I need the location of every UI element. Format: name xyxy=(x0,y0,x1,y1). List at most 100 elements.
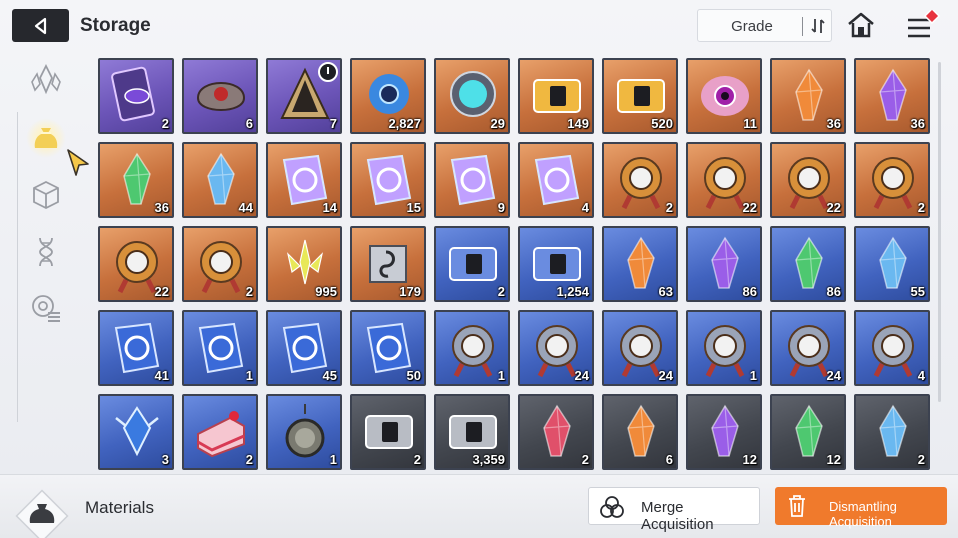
inventory-slot[interactable]: 2 xyxy=(182,226,258,302)
inventory-slot[interactable]: 1 xyxy=(434,310,510,386)
inventory-slot[interactable]: 15 xyxy=(350,142,426,218)
inventory-slot[interactable]: 995 xyxy=(266,226,342,302)
inventory-slot[interactable]: 2 xyxy=(98,58,174,134)
merge-circles-icon xyxy=(600,496,624,518)
inventory-slot[interactable]: 55 xyxy=(854,226,930,302)
inventory-slot[interactable]: 86 xyxy=(686,226,762,302)
inventory-slot[interactable]: 149 xyxy=(518,58,594,134)
core-shell-icon xyxy=(196,82,246,111)
dismantling-acquisition-button[interactable]: Dismantling Acquisition xyxy=(775,487,947,529)
inventory-slot[interactable]: 44 xyxy=(182,142,258,218)
item-quantity: 29 xyxy=(490,116,505,131)
inventory-slot[interactable]: 24 xyxy=(770,310,846,386)
item-quantity: 63 xyxy=(658,284,673,299)
inventory-slot[interactable]: 12 xyxy=(686,394,762,470)
item-quantity: 55 xyxy=(910,284,925,299)
inventory-slot[interactable]: 2 xyxy=(518,394,594,470)
blue-crystal-icon xyxy=(879,404,907,457)
item-quantity: 45 xyxy=(322,368,337,383)
inventory-slot[interactable]: 1 xyxy=(182,310,258,386)
category-materials[interactable] xyxy=(26,118,66,158)
item-quantity: 6 xyxy=(665,452,673,467)
top-bar: Storage Grade xyxy=(0,0,958,52)
inventory-slot[interactable]: 29 xyxy=(434,58,510,134)
category-target-list[interactable] xyxy=(26,288,66,328)
inventory-slot[interactable]: 14 xyxy=(266,142,342,218)
back-arrow-icon xyxy=(34,17,46,34)
inventory-slot[interactable]: 1,254 xyxy=(518,226,594,302)
inventory-slot[interactable]: 4 xyxy=(518,142,594,218)
inventory-slot[interactable]: 24 xyxy=(602,310,678,386)
inventory-slot[interactable]: 1 xyxy=(266,394,342,470)
inventory-scrollbar[interactable] xyxy=(938,62,941,402)
pouch-icon xyxy=(34,128,58,148)
inventory-slot[interactable]: 41 xyxy=(98,310,174,386)
inventory-slot[interactable]: 36 xyxy=(770,58,846,134)
inventory-slot[interactable]: 6 xyxy=(602,394,678,470)
frost-gem-icon xyxy=(115,406,159,457)
inventory-slot[interactable]: 45 xyxy=(266,310,342,386)
inventory-slot[interactable]: 86 xyxy=(770,226,846,302)
category-cube[interactable] xyxy=(26,175,66,215)
materials-label: Materials xyxy=(85,498,154,517)
inventory-slot[interactable]: 2 xyxy=(854,142,930,218)
category-dna[interactable] xyxy=(26,232,66,272)
item-quantity: 2 xyxy=(581,452,589,467)
item-quantity: 12 xyxy=(742,452,757,467)
inventory-slot[interactable]: 1 xyxy=(686,310,762,386)
inventory-slot[interactable]: 3 xyxy=(98,394,174,470)
timer-icon xyxy=(318,62,338,82)
silver-ticket-icon xyxy=(365,415,413,449)
grade-sort-button[interactable]: Grade xyxy=(697,9,832,42)
inventory-slot[interactable]: 6 xyxy=(182,58,258,134)
inventory-slot[interactable]: 2 xyxy=(350,394,426,470)
category-crystal[interactable] xyxy=(26,60,66,100)
page-title: Storage xyxy=(80,15,151,36)
item-quantity: 41 xyxy=(154,368,169,383)
item-quantity: 22 xyxy=(742,200,757,215)
inventory-slot[interactable]: 3,359 xyxy=(434,394,510,470)
inventory-slot[interactable]: 63 xyxy=(602,226,678,302)
inventory-slot[interactable]: 22 xyxy=(98,226,174,302)
inventory-slot[interactable]: 9 xyxy=(434,142,510,218)
item-quantity: 2,827 xyxy=(388,116,421,131)
trash-icon xyxy=(789,495,805,517)
inventory-slot[interactable]: 2 xyxy=(602,142,678,218)
merge-acquisition-label: Merge Acquisition xyxy=(641,499,714,533)
item-quantity: 14 xyxy=(322,200,337,215)
inventory-slot[interactable]: 2,827 xyxy=(350,58,426,134)
item-quantity: 1 xyxy=(329,452,337,467)
inventory-slot[interactable]: 12 xyxy=(770,394,846,470)
inventory-slot[interactable]: 22 xyxy=(770,142,846,218)
menu-icon[interactable] xyxy=(906,10,942,42)
inventory-slot[interactable]: 50 xyxy=(350,310,426,386)
item-quantity: 36 xyxy=(154,200,169,215)
merge-acquisition-button[interactable]: Merge Acquisition xyxy=(588,487,760,533)
inventory-slot[interactable]: 22 xyxy=(686,142,762,218)
sort-order-icon[interactable] xyxy=(810,16,826,36)
inventory-slot[interactable]: 520 xyxy=(602,58,678,134)
back-button[interactable] xyxy=(12,9,69,42)
item-quantity: 2 xyxy=(161,116,169,131)
inventory-slot[interactable]: 2 xyxy=(434,226,510,302)
inventory-slot[interactable]: 7 xyxy=(266,58,342,134)
medal-icon xyxy=(620,157,662,210)
item-quantity: 36 xyxy=(826,116,841,131)
item-quantity: 44 xyxy=(238,200,253,215)
inventory-slot[interactable]: 24 xyxy=(518,310,594,386)
item-quantity: 12 xyxy=(826,452,841,467)
home-icon[interactable] xyxy=(846,11,876,39)
inventory-slot[interactable]: 4 xyxy=(854,310,930,386)
item-quantity: 36 xyxy=(910,116,925,131)
crystal-icon xyxy=(31,64,61,95)
inventory-slot[interactable]: 36 xyxy=(98,142,174,218)
pointer-cursor-icon xyxy=(67,149,89,176)
item-quantity: 3 xyxy=(161,452,169,467)
inventory-slot[interactable]: 2 xyxy=(182,394,258,470)
item-quantity: 22 xyxy=(154,284,169,299)
inventory-slot[interactable]: 179 xyxy=(350,226,426,302)
inventory-slot[interactable]: 36 xyxy=(854,58,930,134)
inventory-slot[interactable]: 2 xyxy=(854,394,930,470)
item-quantity: 22 xyxy=(826,200,841,215)
inventory-slot[interactable]: 11 xyxy=(686,58,762,134)
